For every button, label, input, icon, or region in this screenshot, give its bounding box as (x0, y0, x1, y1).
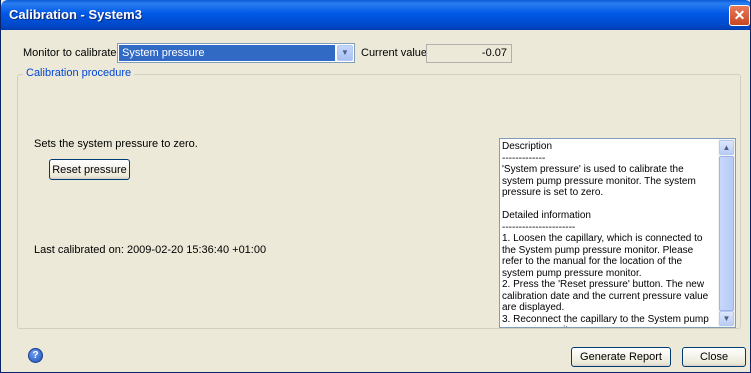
monitor-select[interactable]: System pressure ▼ (117, 43, 355, 63)
description-textbox[interactable]: Description ------------- 'System pressu… (499, 138, 736, 328)
last-calibrated-text: Last calibrated on: 2009-02-20 15:36:40 … (34, 244, 267, 256)
current-value-label: Current value (361, 47, 428, 59)
calibration-window: Calibration - System3 ✕ Monitor to calib… (0, 0, 751, 373)
instruction-text: Sets the system pressure to zero. (34, 138, 198, 150)
monitor-label: Monitor to calibrate: (23, 47, 120, 59)
reset-pressure-button[interactable]: Reset pressure (49, 159, 130, 180)
arrow-down-icon[interactable]: ▼ (719, 311, 734, 326)
description-text: Description ------------- 'System pressu… (502, 141, 709, 327)
window-title: Calibration - System3 (9, 7, 142, 22)
title-bar[interactable]: Calibration - System3 ✕ (1, 0, 750, 30)
help-icon[interactable]: ? (28, 348, 43, 363)
current-value-field: -0.07 (426, 44, 512, 63)
chevron-down-icon[interactable]: ▼ (337, 45, 353, 61)
generate-report-button[interactable]: Generate Report (571, 347, 671, 367)
arrow-up-icon[interactable]: ▲ (719, 140, 734, 155)
close-button[interactable]: Close (682, 347, 746, 367)
calibration-procedure-title: Calibration procedure (23, 67, 135, 79)
vertical-scrollbar[interactable]: ▲ ▼ (718, 139, 735, 327)
scrollbar-thumb[interactable] (719, 156, 734, 311)
monitor-select-value: System pressure (119, 45, 335, 61)
close-window-button[interactable]: ✕ (729, 5, 750, 26)
